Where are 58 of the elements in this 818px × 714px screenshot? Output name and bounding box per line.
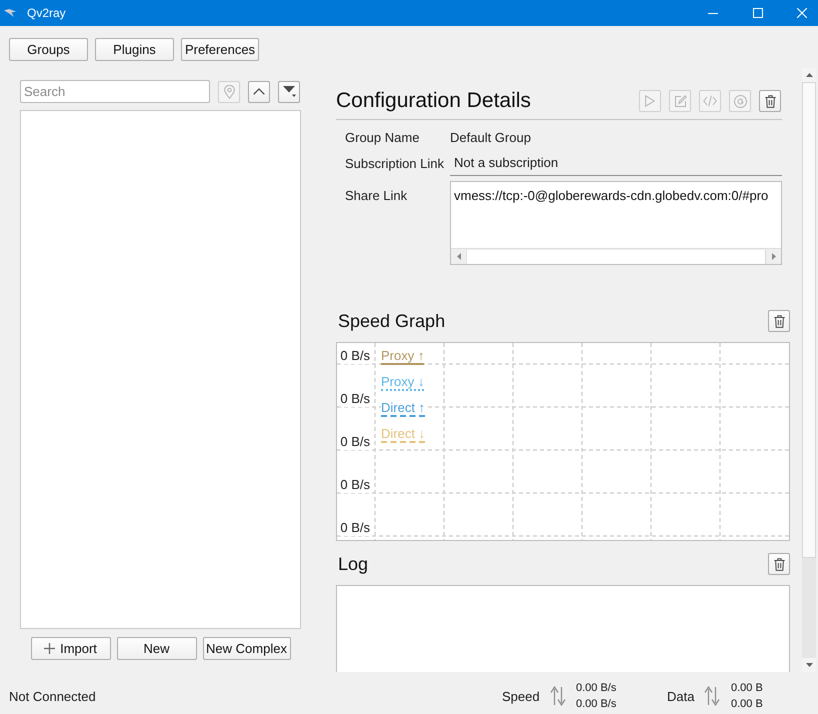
plus-icon [44, 643, 56, 654]
chevron-up-icon[interactable] [253, 88, 265, 95]
triangle-right-icon[interactable] [772, 253, 776, 260]
field-label: Group Name [344, 128, 420, 147]
field-label: Subscription Link [344, 154, 445, 173]
minimize-icon[interactable] [708, 12, 718, 14]
legend-item: Direct ↓ [381, 426, 426, 443]
up-down-arrows-icon [550, 686, 566, 706]
axis-label: 0 B/s [340, 477, 370, 493]
section-title: Log [337, 554, 368, 574]
triangle-down-icon[interactable] [282, 86, 296, 97]
clear-button[interactable] [768, 553, 790, 575]
toolbar-button[interactable]: Preferences [181, 38, 259, 61]
legend-item: Proxy ↑ [381, 348, 424, 365]
clear-button[interactable] [768, 310, 790, 332]
toolbar-button[interactable]: Plugins [95, 38, 174, 61]
new-button[interactable]: New [116, 637, 196, 660]
sort-button[interactable] [278, 80, 300, 102]
triangle-down-icon[interactable] [806, 663, 812, 667]
section-title: Configuration Details [336, 89, 531, 113]
horizontal-scrollbar[interactable] [451, 248, 781, 264]
subscription-link-field[interactable]: Not a subscription [450, 150, 782, 176]
delete-button[interactable] [759, 90, 781, 112]
legend-item: Proxy ↓ [381, 374, 424, 391]
axis-label: 0 B/s [340, 520, 370, 536]
share-link-field[interactable]: vmess://tcp:-0@globerewards-cdn.globedv.com:0/#pro [450, 181, 782, 265]
window-title: Qv2ray [27, 6, 66, 20]
speed-label: Speed [502, 688, 541, 704]
toolbar-button[interactable]: Groups [9, 38, 88, 61]
trash-icon[interactable] [774, 314, 784, 328]
new-button[interactable]: New Complex [202, 637, 290, 660]
data-value: 0.00 B [731, 681, 764, 696]
triangle-up-icon[interactable] [806, 73, 812, 77]
close-icon[interactable] [797, 8, 807, 18]
scrollbar-thumb[interactable] [466, 250, 766, 264]
up-down-arrows-icon [704, 686, 720, 706]
import-button[interactable]: Import [30, 637, 110, 660]
connection-status: Not Connected [9, 688, 97, 704]
search-field[interactable]: Search [20, 80, 210, 103]
wing-icon [4, 9, 16, 17]
triangle-left-icon[interactable] [456, 253, 460, 260]
maximize-icon[interactable] [752, 8, 762, 18]
collapse-button[interactable] [248, 80, 270, 102]
data-label: Data [667, 688, 696, 704]
speed-value: 0.00 B/s [576, 697, 618, 712]
axis-label: 0 B/s [340, 391, 370, 407]
data-value: 0.00 B [731, 697, 764, 712]
speed-value: 0.00 B/s [576, 681, 618, 696]
field-value: Default Group [450, 128, 532, 147]
trash-icon[interactable] [774, 558, 784, 570]
scrollbar-thumb[interactable] [802, 82, 816, 558]
field-label: Share Link [344, 187, 408, 205]
section-title: Speed Graph [337, 310, 446, 332]
vertical-scrollbar[interactable] [802, 68, 816, 672]
legend-item: Direct ↑ [381, 400, 426, 417]
axis-label: 0 B/s [340, 434, 370, 450]
trash-icon[interactable] [764, 94, 776, 108]
axis-label: 0 B/s [340, 348, 370, 364]
